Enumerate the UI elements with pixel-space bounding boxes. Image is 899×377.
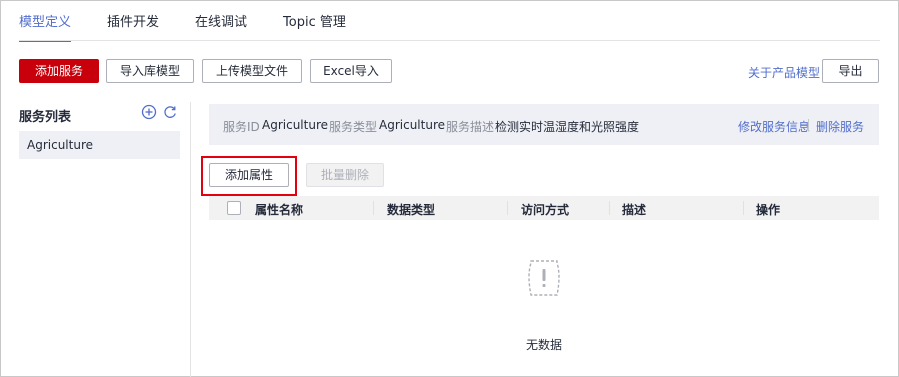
- tab-model-definition[interactable]: 模型定义: [19, 14, 72, 42]
- service-list-title: 服务列表: [19, 110, 72, 125]
- column-header-access-mode: 访问方式: [521, 203, 570, 217]
- tab-online-debugging[interactable]: 在线调试: [195, 14, 247, 42]
- page-frame: [0, 0, 899, 377]
- column-separator: [507, 201, 508, 215]
- column-header-operation: 操作: [756, 203, 781, 217]
- select-all-checkbox[interactable]: [227, 201, 241, 215]
- empty-data-icon: [523, 255, 565, 301]
- service-id-label: 服务ID: [223, 120, 260, 134]
- panel-divider: [190, 102, 191, 377]
- highlight-box: [201, 156, 297, 196]
- delete-service-link[interactable]: 删除服务: [816, 118, 864, 135]
- service-id-value: Agriculture: [262, 118, 328, 132]
- tab-plugin-development[interactable]: 插件开发: [107, 14, 159, 42]
- service-list-item[interactable]: Agriculture: [19, 131, 180, 159]
- about-product-model-link[interactable]: 关于产品模型: [748, 64, 820, 81]
- add-service-button[interactable]: 添加服务: [19, 59, 99, 83]
- properties-table-header: 属性名称 数据类型 访问方式 描述 操作: [209, 196, 879, 220]
- add-circle-icon[interactable]: [141, 104, 157, 120]
- tabs-divider: [19, 40, 880, 41]
- service-info-bar: 服务ID Agriculture 服务类型 Agriculture 服务描述 检…: [209, 104, 879, 145]
- excel-import-button[interactable]: Excel导入: [310, 59, 392, 83]
- service-desc-label: 服务描述: [446, 120, 495, 134]
- service-type-value: Agriculture: [379, 118, 445, 132]
- column-separator: [609, 201, 610, 215]
- batch-delete-button[interactable]: 批量删除: [306, 163, 384, 187]
- column-header-property-name: 属性名称: [255, 203, 304, 217]
- column-header-data-type: 数据类型: [387, 203, 436, 217]
- service-desc-value: 检测实时温湿度和光照强度: [495, 120, 640, 134]
- column-separator: [373, 201, 374, 215]
- import-library-model-button[interactable]: 导入库模型: [106, 59, 194, 83]
- link-separator: [808, 119, 809, 131]
- tab-topic-management[interactable]: Topic 管理: [283, 14, 346, 42]
- tab-bar: 模型定义 插件开发 在线调试 Topic 管理: [19, 14, 382, 42]
- refresh-icon[interactable]: [162, 104, 178, 120]
- column-separator: [743, 201, 744, 215]
- edit-service-info-link[interactable]: 修改服务信息: [738, 118, 810, 135]
- service-type-label: 服务类型: [329, 120, 378, 134]
- empty-state-text: 无数据: [525, 338, 562, 352]
- export-button[interactable]: 导出: [822, 59, 879, 83]
- column-header-description: 描述: [622, 203, 647, 217]
- upload-model-file-button[interactable]: 上传模型文件: [202, 59, 302, 83]
